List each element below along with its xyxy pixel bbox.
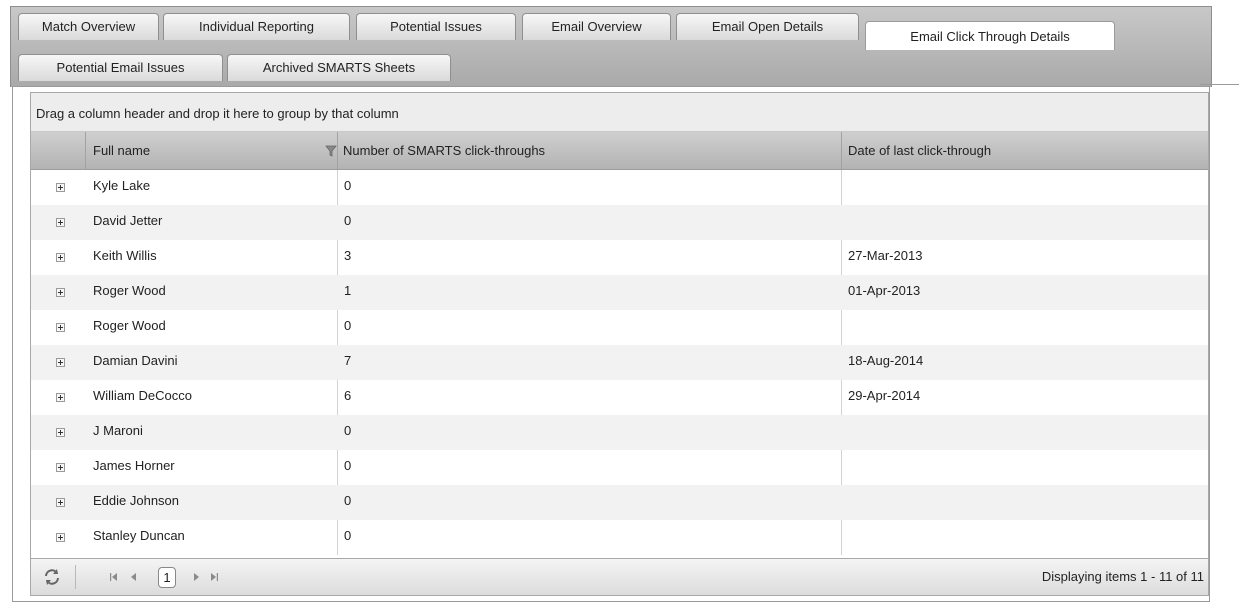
expand-row-icon[interactable]	[56, 183, 65, 192]
cell-click-throughs: 3	[344, 248, 352, 263]
expand-row-icon[interactable]	[56, 323, 65, 332]
grid-header: Full name Number of SMARTS click-through…	[31, 132, 1208, 170]
table-row[interactable]: J Maroni 0	[31, 415, 1208, 450]
table-row[interactable]: Stanley Duncan 0	[31, 520, 1208, 555]
cell-click-throughs: 0	[344, 423, 352, 438]
cell-last-click-date: 01-Apr-2013	[848, 283, 921, 298]
cell-full-name: Kyle Lake	[93, 178, 151, 193]
table-row[interactable]: Keith Willis 3 27-Mar-2013	[31, 240, 1208, 275]
previous-page-icon[interactable]	[129, 572, 139, 582]
tab-potential-email-issues[interactable]: Potential Email Issues	[18, 54, 223, 81]
tab-email-overview[interactable]: Email Overview	[522, 13, 671, 40]
cell-last-click-date: 18-Aug-2014	[848, 353, 924, 368]
expand-row-icon[interactable]	[56, 288, 65, 297]
table-row[interactable]: Roger Wood 0	[31, 310, 1208, 345]
cell-click-throughs: 1	[344, 283, 352, 298]
pager-divider	[75, 565, 76, 589]
cell-click-throughs: 0	[344, 493, 352, 508]
group-drop-area[interactable]: Drag a column header and drop it here to…	[31, 93, 1208, 132]
cell-click-throughs: 0	[344, 213, 352, 228]
cell-full-name: Roger Wood	[93, 283, 166, 298]
tabstrip: Match Overview Individual Reporting Pote…	[10, 6, 1212, 87]
table-row[interactable]: Damian Davini 7 18-Aug-2014	[31, 345, 1208, 380]
filter-icon[interactable]	[325, 145, 337, 157]
grid-body: Kyle Lake 0 David Jetter 0 Keith Willis …	[31, 170, 1208, 555]
expand-row-icon[interactable]	[56, 428, 65, 437]
first-page-icon[interactable]	[109, 572, 119, 582]
table-row[interactable]: Roger Wood 1 01-Apr-2013	[31, 275, 1208, 310]
cell-full-name: William DeCocco	[93, 388, 192, 403]
tab-email-click-through-details[interactable]: Email Click Through Details	[865, 21, 1115, 50]
column-header-last-click-date[interactable]: Date of last click-through	[848, 132, 991, 169]
expand-row-icon[interactable]	[56, 393, 65, 402]
cell-click-throughs: 0	[344, 528, 352, 543]
cell-full-name: J Maroni	[93, 423, 143, 438]
cell-full-name: Keith Willis	[93, 248, 157, 263]
cell-full-name: Damian Davini	[93, 353, 178, 368]
pager-info: Displaying items 1 - 11 of 11	[1041, 569, 1204, 584]
column-header-full-name[interactable]: Full name	[93, 132, 150, 169]
expand-row-icon[interactable]	[56, 253, 65, 262]
cell-last-click-date: 29-Apr-2014	[848, 388, 921, 403]
cell-full-name: James Horner	[93, 458, 175, 473]
expand-row-icon[interactable]	[56, 498, 65, 507]
table-row[interactable]: William DeCocco 6 29-Apr-2014	[31, 380, 1208, 415]
grid-pager: 1 Displaying items 1 - 11 of 11	[31, 558, 1208, 595]
cell-full-name: Eddie Johnson	[93, 493, 180, 508]
cell-full-name: Roger Wood	[93, 318, 166, 333]
table-row[interactable]: Eddie Johnson 0	[31, 485, 1208, 520]
tab-individual-reporting[interactable]: Individual Reporting	[163, 13, 350, 40]
cell-click-throughs: 0	[344, 318, 352, 333]
column-header-click-throughs[interactable]: Number of SMARTS click-throughs	[343, 132, 545, 169]
tab-email-open-details[interactable]: Email Open Details	[676, 13, 859, 40]
last-page-icon[interactable]	[209, 572, 219, 582]
expand-row-icon[interactable]	[56, 218, 65, 227]
expand-row-icon[interactable]	[56, 463, 65, 472]
header-separator	[337, 132, 338, 169]
table-row[interactable]: James Horner 0	[31, 450, 1208, 485]
next-page-icon[interactable]	[191, 572, 201, 582]
table-row[interactable]: David Jetter 0	[31, 205, 1208, 240]
table-row[interactable]: Kyle Lake 0	[31, 170, 1208, 205]
tab-archived-smarts-sheets[interactable]: Archived SMARTS Sheets	[227, 54, 451, 81]
header-separator	[841, 132, 842, 169]
refresh-icon[interactable]	[42, 567, 62, 587]
tabstrip-baseline	[1200, 84, 1239, 85]
expand-row-icon[interactable]	[56, 533, 65, 542]
tab-potential-issues[interactable]: Potential Issues	[356, 13, 516, 40]
cell-click-throughs: 0	[344, 458, 352, 473]
cell-full-name: Stanley Duncan	[93, 528, 185, 543]
click-through-grid: Drag a column header and drop it here to…	[30, 92, 1209, 596]
tab-match-overview[interactable]: Match Overview	[18, 13, 159, 40]
cell-click-throughs: 7	[344, 353, 352, 368]
tab-content-panel: Drag a column header and drop it here to…	[12, 86, 1210, 602]
header-separator	[85, 132, 86, 169]
expand-row-icon[interactable]	[56, 358, 65, 367]
cell-click-throughs: 6	[344, 388, 352, 403]
cell-full-name: David Jetter	[93, 213, 163, 228]
cell-last-click-date: 27-Mar-2013	[848, 248, 923, 263]
current-page-number[interactable]: 1	[158, 567, 176, 588]
cell-click-throughs: 0	[344, 178, 352, 193]
